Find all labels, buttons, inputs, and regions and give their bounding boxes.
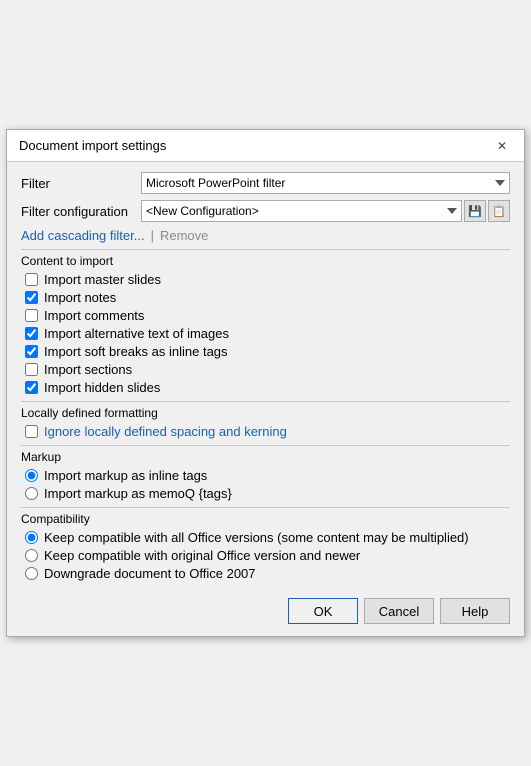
import-master-slides-label: Import master slides [44, 272, 161, 287]
compat-downgrade-radio[interactable] [25, 567, 38, 580]
add-cascading-filter-link[interactable]: Add cascading filter... [21, 228, 145, 243]
compat-original-label: Keep compatible with original Office ver… [44, 548, 360, 563]
radio-compat-original: Keep compatible with original Office ver… [21, 548, 510, 563]
save-as-icon: 📋 [492, 205, 506, 218]
filter-configuration-label: Filter configuration [21, 204, 141, 219]
links-row: Add cascading filter... | Remove [21, 228, 510, 243]
content-section: Content to import Import master slides I… [21, 254, 510, 395]
dialog-title: Document import settings [19, 138, 166, 153]
import-notes-label: Import notes [44, 290, 116, 305]
import-alt-text-label: Import alternative text of images [44, 326, 229, 341]
ok-button[interactable]: OK [288, 598, 358, 624]
import-comments-checkbox[interactable] [25, 309, 38, 322]
separator-1 [21, 249, 510, 250]
checkbox-import-notes: Import notes [21, 290, 510, 305]
checkbox-import-alt-text: Import alternative text of images [21, 326, 510, 341]
compatibility-section: Compatibility Keep compatible with all O… [21, 512, 510, 581]
compat-downgrade-label: Downgrade document to Office 2007 [44, 566, 256, 581]
compat-all-radio[interactable] [25, 531, 38, 544]
import-alt-text-checkbox[interactable] [25, 327, 38, 340]
locally-section: Locally defined formatting Ignore locall… [21, 406, 510, 439]
remove-link[interactable]: Remove [160, 228, 208, 243]
checkbox-import-hidden-slides: Import hidden slides [21, 380, 510, 395]
markup-memoq-label: Import markup as memoQ {tags} [44, 486, 232, 501]
compat-original-radio[interactable] [25, 549, 38, 562]
close-button[interactable]: ✕ [492, 136, 512, 156]
help-button[interactable]: Help [440, 598, 510, 624]
import-soft-breaks-checkbox[interactable] [25, 345, 38, 358]
markup-inline-label: Import markup as inline tags [44, 468, 207, 483]
dialog: Document import settings ✕ Filter Micros… [6, 129, 525, 637]
import-sections-label: Import sections [44, 362, 132, 377]
locally-section-label: Locally defined formatting [21, 406, 510, 420]
markup-section: Markup Import markup as inline tags Impo… [21, 450, 510, 501]
markup-memoq-radio[interactable] [25, 487, 38, 500]
filter-configuration-row: Filter configuration <New Configuration>… [21, 200, 510, 222]
filter-configuration-select[interactable]: <New Configuration> [141, 200, 462, 222]
link-separator: | [151, 228, 154, 243]
dialog-body: Filter Microsoft PowerPoint filter Filte… [7, 162, 524, 584]
compat-all-label: Keep compatible with all Office versions… [44, 530, 469, 545]
separator-2 [21, 401, 510, 402]
dialog-footer: OK Cancel Help [7, 584, 524, 636]
save-as-config-button[interactable]: 📋 [488, 200, 510, 222]
save-config-button[interactable]: 💾 [464, 200, 486, 222]
filter-control-wrap: Microsoft PowerPoint filter [141, 172, 510, 194]
import-sections-checkbox[interactable] [25, 363, 38, 376]
radio-compat-all: Keep compatible with all Office versions… [21, 530, 510, 545]
ignore-locally-label: Ignore locally defined spacing and kerni… [44, 424, 287, 439]
checkbox-import-sections: Import sections [21, 362, 510, 377]
import-notes-checkbox[interactable] [25, 291, 38, 304]
import-hidden-slides-checkbox[interactable] [25, 381, 38, 394]
filter-configuration-control-wrap: <New Configuration> 💾 📋 [141, 200, 510, 222]
checkbox-import-comments: Import comments [21, 308, 510, 323]
checkbox-import-soft-breaks: Import soft breaks as inline tags [21, 344, 510, 359]
ignore-locally-checkbox[interactable] [25, 425, 38, 438]
filter-row: Filter Microsoft PowerPoint filter [21, 172, 510, 194]
checkbox-ignore-locally: Ignore locally defined spacing and kerni… [21, 424, 510, 439]
separator-4 [21, 507, 510, 508]
import-hidden-slides-label: Import hidden slides [44, 380, 160, 395]
checkbox-import-master-slides: Import master slides [21, 272, 510, 287]
content-section-label: Content to import [21, 254, 510, 268]
radio-compat-downgrade: Downgrade document to Office 2007 [21, 566, 510, 581]
import-comments-label: Import comments [44, 308, 144, 323]
compatibility-section-label: Compatibility [21, 512, 510, 526]
import-soft-breaks-label: Import soft breaks as inline tags [44, 344, 228, 359]
radio-markup-memoq: Import markup as memoQ {tags} [21, 486, 510, 501]
import-master-slides-checkbox[interactable] [25, 273, 38, 286]
title-bar: Document import settings ✕ [7, 130, 524, 162]
filter-label: Filter [21, 176, 141, 191]
filter-select[interactable]: Microsoft PowerPoint filter [141, 172, 510, 194]
markup-inline-radio[interactable] [25, 469, 38, 482]
cancel-button[interactable]: Cancel [364, 598, 434, 624]
radio-markup-inline: Import markup as inline tags [21, 468, 510, 483]
markup-section-label: Markup [21, 450, 510, 464]
save-icon: 💾 [468, 205, 482, 218]
separator-3 [21, 445, 510, 446]
